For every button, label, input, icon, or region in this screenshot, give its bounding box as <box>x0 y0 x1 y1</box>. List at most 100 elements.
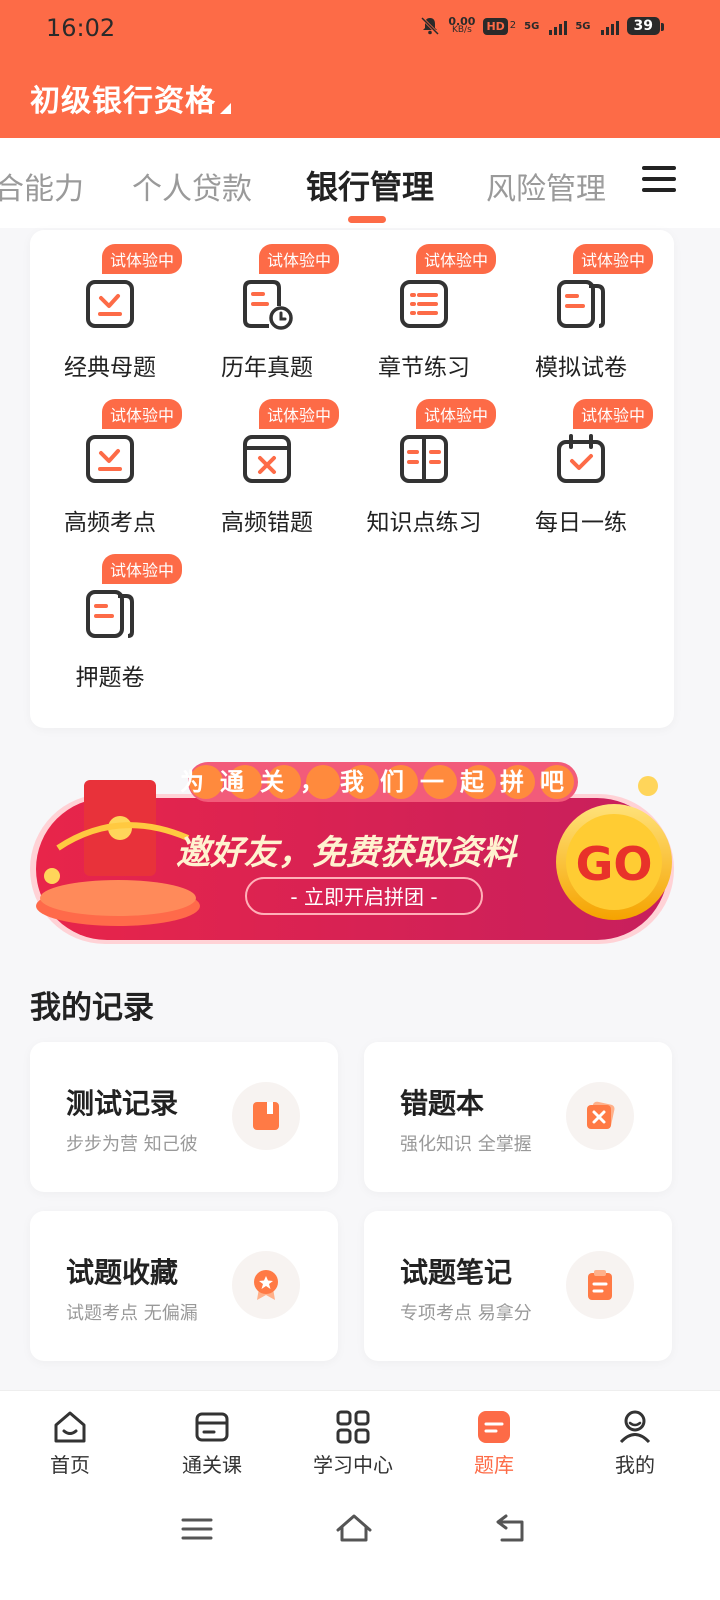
hd-voice-icon: HD <box>483 17 508 35</box>
bookmark-icon <box>232 1082 300 1150</box>
trial-badge: 试体验中 <box>259 399 340 429</box>
go-button[interactable]: GO <box>576 837 653 891</box>
book-open-icon <box>400 435 448 483</box>
battery-icon: 39 <box>626 17 665 35</box>
recents-icon[interactable] <box>180 1514 214 1544</box>
sim2-label: 5G <box>575 20 591 32</box>
bottom-nav: 首页 通关课 学习中心 题库 我的 <box>0 1390 720 1490</box>
tab-comprehensive[interactable]: 合能力 <box>0 164 84 208</box>
award-icon <box>232 1251 300 1319</box>
feature-chapter-practice[interactable]: 试体验中 章节练习 <box>344 230 504 381</box>
feature-grid: 试体验中 经典母题 试体验中 历年真题 试体验中 章节练习 试体验中 模拟试卷 … <box>30 230 674 728</box>
x-window-icon <box>243 435 291 483</box>
nav-profile[interactable]: 我的 <box>575 1407 695 1478</box>
feature-label: 每日一练 <box>535 510 627 536</box>
nav-home[interactable]: 首页 <box>10 1407 130 1478</box>
question-bank-icon <box>478 1411 510 1443</box>
tab-personal-loans[interactable]: 个人贷款 <box>132 164 252 208</box>
check-doc-icon <box>86 435 134 483</box>
back-icon[interactable] <box>494 1512 528 1544</box>
battery-level: 39 <box>633 18 653 34</box>
record-notes[interactable]: 试题笔记 专项考点 易拿分 <box>364 1211 672 1361</box>
trial-badge: 试体验中 <box>416 399 497 429</box>
net-speed-unit: KB/s <box>451 25 472 35</box>
feature-label: 模拟试卷 <box>535 355 627 381</box>
nav-courses[interactable]: 通关课 <box>152 1407 272 1478</box>
nav-label: 首页 <box>50 1453 90 1477</box>
status-bar: 16:02 0.00 KB/s HD 2 5G 5G 39 <box>0 0 720 56</box>
page-title: 初级银行资格 <box>30 84 216 119</box>
tab-risk-management[interactable]: 风险管理 <box>486 164 606 208</box>
feature-daily-practice[interactable]: 试体验中 每日一练 <box>501 385 661 536</box>
home-nav-icon[interactable] <box>334 1510 374 1544</box>
feature-label: 历年真题 <box>221 355 313 381</box>
record-title: 试题笔记 <box>400 1256 513 1289</box>
banner-top-text: 为通关，我们一起拼吧 <box>180 768 580 796</box>
record-subtitle: 强化知识 全掌握 <box>400 1134 532 1155</box>
tab-active-indicator <box>348 216 386 223</box>
nav-question-bank[interactable]: 题库 <box>434 1407 554 1478</box>
profile-icon <box>619 1410 651 1444</box>
nav-label: 我的 <box>615 1453 655 1477</box>
trial-badge: 试体验中 <box>573 399 654 429</box>
exam-selector[interactable]: 初级银行资格 <box>30 76 231 120</box>
clipboard-icon <box>566 1251 634 1319</box>
record-title: 试题收藏 <box>66 1256 179 1289</box>
record-title: 测试记录 <box>66 1087 179 1120</box>
trial-badge: 试体验中 <box>102 399 183 429</box>
feature-label: 高频错题 <box>221 510 313 536</box>
trial-badge: 试体验中 <box>416 244 497 274</box>
signal-1-icon <box>549 17 568 35</box>
card-icon <box>195 1412 229 1442</box>
feature-predicted-paper[interactable]: 试体验中 押题卷 <box>30 540 190 691</box>
feature-hot-points[interactable]: 试体验中 高频考点 <box>30 385 190 536</box>
menu-icon[interactable] <box>642 166 676 194</box>
sim1-label: 5G <box>524 20 540 32</box>
app-header: 16:02 0.00 KB/s HD 2 5G 5G 39 初级银行资格 <box>0 0 720 138</box>
record-title: 错题本 <box>400 1087 485 1120</box>
nav-label: 学习中心 <box>313 1453 393 1477</box>
nav-study-center[interactable]: 学习中心 <box>293 1407 413 1478</box>
record-subtitle: 步步为营 知己彼 <box>66 1134 198 1155</box>
clock-doc-icon <box>243 280 293 330</box>
dropdown-caret-icon <box>220 103 231 114</box>
net-speed: 0.00 KB/s <box>448 16 475 35</box>
feature-label: 高频考点 <box>64 510 156 536</box>
mute-bell-icon <box>421 16 440 36</box>
banner-main-text: 邀好友，免费获取资料 <box>176 833 519 873</box>
nav-label: 题库 <box>474 1453 514 1477</box>
trial-badge: 试体验中 <box>102 554 183 584</box>
status-icons: 0.00 KB/s HD 2 5G 5G 39 <box>420 16 665 36</box>
trial-badge: 试体验中 <box>573 244 654 274</box>
record-subtitle: 试题考点 无偏漏 <box>66 1303 198 1324</box>
calendar-check-icon <box>557 434 605 483</box>
feature-label: 知识点练习 <box>366 510 482 536</box>
feature-label: 经典母题 <box>64 355 156 381</box>
feature-mock-exams[interactable]: 试体验中 模拟试卷 <box>501 230 661 381</box>
tab-bank-management[interactable]: 银行管理 <box>306 162 434 208</box>
hd-sub: 2 <box>509 20 517 31</box>
paper-stack-icon <box>86 590 134 638</box>
invite-banner[interactable]: 为通关，我们一起拼吧 邀好友，免费获取资料 - 立即开启拼团 - GO <box>28 758 676 948</box>
record-test-history[interactable]: 测试记录 步步为营 知己彼 <box>30 1042 338 1192</box>
home-icon <box>54 1411 86 1443</box>
feature-knowledge-practice[interactable]: 试体验中 知识点练习 <box>344 385 504 536</box>
status-time: 16:02 <box>46 14 116 42</box>
feature-hot-mistakes[interactable]: 试体验中 高频错题 <box>187 385 347 536</box>
trial-badge: 试体验中 <box>102 244 183 274</box>
signal-2-icon <box>600 17 619 35</box>
tab-fade <box>600 138 640 226</box>
nav-label: 通关课 <box>182 1453 242 1477</box>
x-card-icon <box>566 1082 634 1150</box>
record-favorites[interactable]: 试题收藏 试题考点 无偏漏 <box>30 1211 338 1361</box>
hd-label: HD <box>486 19 505 33</box>
feature-past-exams[interactable]: 试体验中 历年真题 <box>187 230 347 381</box>
check-doc-icon <box>86 280 134 328</box>
record-mistake-book[interactable]: 错题本 强化知识 全掌握 <box>364 1042 672 1192</box>
record-subtitle: 专项考点 易拿分 <box>400 1303 532 1324</box>
banner-sub-text: - 立即开启拼团 - <box>290 885 437 909</box>
feature-label: 章节练习 <box>378 355 470 381</box>
records-title: 我的记录 <box>30 990 154 1026</box>
feature-classic-questions[interactable]: 试体验中 经典母题 <box>30 230 190 381</box>
grid-icon <box>336 1410 370 1444</box>
